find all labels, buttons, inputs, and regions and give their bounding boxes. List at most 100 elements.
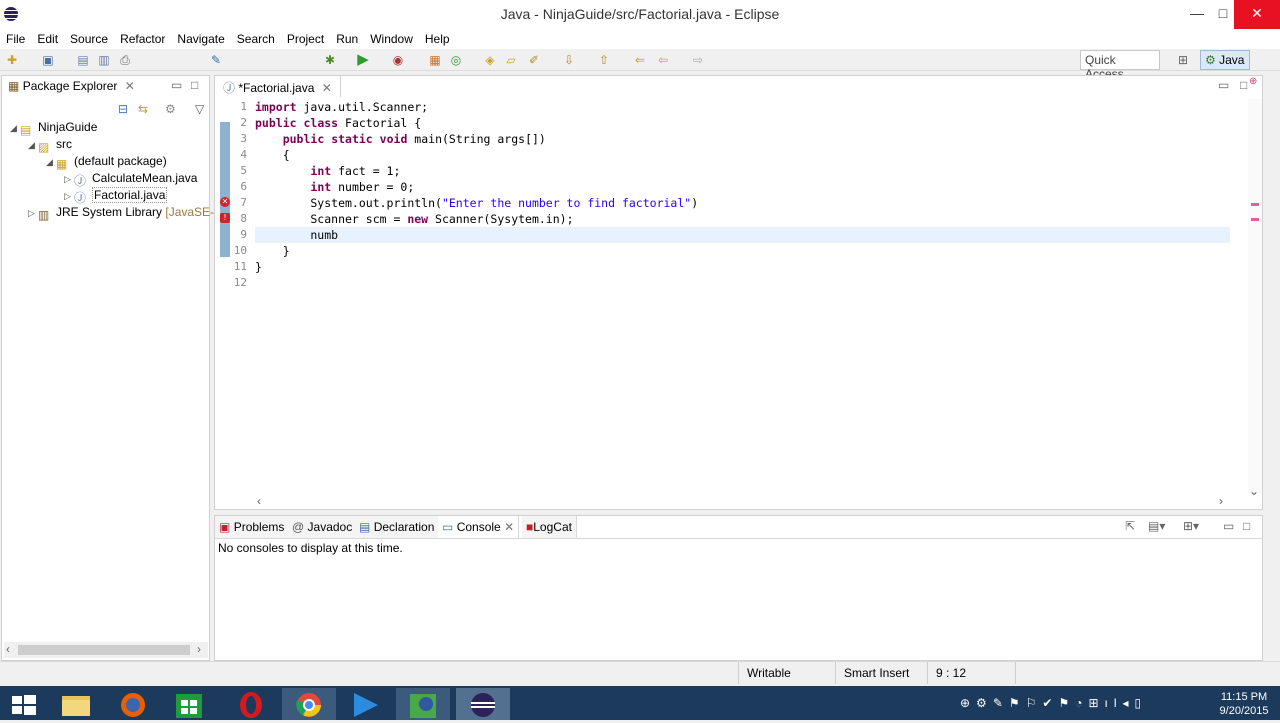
menu-project[interactable]: Project (281, 29, 330, 46)
horizontal-scrollbar[interactable]: ‹ › (4, 642, 208, 658)
new-window-icon[interactable]: ▣ (40, 52, 56, 68)
chrome-icon[interactable] (282, 688, 336, 720)
pin-icon[interactable]: ✎ (208, 52, 224, 68)
tab-javadoc[interactable]: @ Javadoc (288, 516, 358, 538)
open-perspective-icon[interactable]: ⊞ (1175, 52, 1191, 68)
firefox-icon[interactable] (106, 688, 160, 720)
close-tab-icon[interactable]: ✕ (504, 520, 514, 534)
last-edit-icon[interactable]: ⇐ (632, 52, 648, 68)
close-tab-icon[interactable]: ✕ (322, 81, 332, 95)
save-icon[interactable]: ▤ (75, 52, 91, 68)
filter-icon[interactable]: ⚙ (165, 102, 176, 116)
quick-access-field[interactable]: Quick Access (1080, 50, 1160, 81)
minimize-editor-icon[interactable]: ▭ (1218, 78, 1229, 92)
tree-item[interactable]: ◢ ▦ (default package) (46, 153, 167, 171)
new-class-icon[interactable]: ◎ (448, 52, 464, 68)
minimize-view-icon[interactable]: ▭ (171, 78, 182, 92)
tab-problems[interactable]: ▣ Problems (215, 516, 290, 538)
code-line[interactable]: int fact = 1; (255, 163, 400, 179)
menu-search[interactable]: Search (231, 29, 281, 46)
tree-item[interactable]: ▷ ▥ JRE System Library [JavaSE-1.8 (28, 204, 231, 222)
menu-window[interactable]: Window (364, 29, 419, 46)
menu-file[interactable]: File (0, 29, 31, 46)
pin-console-icon[interactable]: ⇱ (1125, 519, 1135, 533)
search-icon[interactable]: ✐ (526, 52, 542, 68)
menu-run[interactable]: Run (330, 29, 364, 46)
system-tray-icons[interactable]: ⊕⚙✎⚑⚐✔⚑◔⊞ıl◂▯ (960, 696, 1147, 710)
code-line[interactable]: { (255, 147, 290, 163)
package-icon[interactable]: ▦ (427, 52, 443, 68)
tab-declaration[interactable]: ▤ Declaration (355, 516, 440, 538)
display-console-icon[interactable]: ▤▾ (1148, 519, 1165, 533)
code-line[interactable]: } (255, 243, 290, 259)
expanded-arrow-icon[interactable]: ◢ (46, 154, 56, 171)
maximize-panel-icon[interactable]: □ (1243, 519, 1250, 533)
code-line[interactable]: public class Factorial { (255, 115, 421, 131)
maximize-view-icon[interactable]: □ (191, 78, 198, 92)
scroll-right-icon[interactable]: › (1219, 494, 1223, 508)
line-number: 6 (240, 180, 247, 193)
menu-source[interactable]: Source (64, 29, 114, 46)
external-tools-icon[interactable]: ◉ (390, 52, 406, 68)
next-annotation-icon[interactable]: ⇩ (561, 52, 577, 68)
new-icon[interactable]: ✚ (4, 52, 20, 68)
debug-icon[interactable]: ✱ (322, 52, 338, 68)
collapsed-arrow-icon[interactable]: ▷ (64, 171, 74, 188)
scroll-left-icon[interactable]: ‹ (6, 642, 10, 656)
close-button[interactable]: ✕ (1234, 0, 1280, 29)
eclipse-taskbar-icon[interactable] (456, 688, 510, 720)
back-icon[interactable]: ⇦ (655, 52, 671, 68)
store-icon[interactable] (162, 688, 216, 720)
code-line[interactable]: numb (255, 227, 338, 243)
collapsed-arrow-icon[interactable]: ▷ (64, 188, 74, 205)
tab-console[interactable]: ▭ Console ✕ (438, 516, 520, 538)
collapsed-arrow-icon[interactable]: ▷ (28, 205, 38, 222)
tree-item[interactable]: ▷ Ⓙ CalculateMean.java (64, 170, 197, 188)
opera-icon[interactable] (224, 688, 278, 720)
tree-item[interactable]: ◢ ▨ src (28, 136, 72, 154)
open-folder-icon[interactable]: ▱ (503, 52, 519, 68)
code-line[interactable]: int number = 0; (255, 179, 414, 195)
expanded-arrow-icon[interactable]: ◢ (10, 120, 20, 137)
package-explorer-tab[interactable]: ▦ Package Explorer ✕ (2, 76, 141, 97)
taskbar-clock[interactable]: 11:15 PM 9/20/2015 (1214, 690, 1274, 718)
minimize-panel-icon[interactable]: ▭ (1223, 519, 1234, 533)
code-line[interactable]: import java.util.Scanner; (255, 99, 428, 115)
menu-help[interactable]: Help (419, 29, 456, 46)
scroll-down-icon[interactable]: ⌄ (1249, 484, 1259, 498)
file-explorer-icon[interactable] (50, 688, 104, 720)
menu-navigate[interactable]: Navigate (171, 29, 230, 46)
java-perspective-button[interactable]: ⚙ Java (1200, 50, 1250, 70)
scroll-left-icon[interactable]: ‹ (257, 494, 261, 508)
code-line[interactable]: Scanner scm = new Scanner(Sysytem.in); (255, 211, 573, 227)
maximize-editor-icon[interactable]: □ (1240, 78, 1247, 92)
expanded-arrow-icon[interactable]: ◢ (28, 137, 38, 154)
scrollbar-thumb[interactable] (18, 645, 190, 655)
start-button[interactable] (0, 688, 48, 720)
scroll-right-icon[interactable]: › (197, 642, 201, 656)
open-console-icon[interactable]: ⊞▾ (1183, 519, 1199, 533)
media-player-icon[interactable] (338, 688, 392, 720)
code-line[interactable]: public static void main(String args[]) (255, 131, 546, 147)
save-all-icon[interactable]: ▥ (96, 52, 112, 68)
code-line[interactable]: } (255, 259, 262, 275)
android-tool-icon[interactable] (396, 688, 450, 720)
editor-tab-factorial[interactable]: Ⓙ *Factorial.java ✕ (215, 76, 341, 97)
run-icon[interactable]: ▶ (355, 52, 371, 68)
menu-edit[interactable]: Edit (31, 29, 64, 46)
print-icon[interactable]: ⎙ (117, 52, 133, 68)
forward-icon[interactable]: ⇨ (690, 52, 706, 68)
prev-annotation-icon[interactable]: ⇧ (596, 52, 612, 68)
close-view-icon[interactable]: ✕ (125, 79, 135, 93)
collapse-all-icon[interactable]: ⊟ (118, 102, 128, 116)
open-type-icon[interactable]: ◈ (482, 52, 498, 68)
tab-logcat[interactable]: ■LogCat (522, 516, 577, 538)
view-menu-icon[interactable]: ▽ (195, 102, 204, 116)
error-ruler-mark[interactable] (1251, 218, 1259, 221)
menu-refactor[interactable]: Refactor (114, 29, 171, 46)
tree-item[interactable]: ◢ ▤ NinjaGuide (10, 119, 97, 137)
tree-item[interactable]: ▷ Ⓙ Factorial.java (64, 187, 168, 205)
code-line[interactable]: System.out.println("Enter the number to … (255, 195, 698, 211)
error-ruler-mark[interactable] (1251, 203, 1259, 206)
link-editor-icon[interactable]: ⇆ (138, 102, 148, 116)
